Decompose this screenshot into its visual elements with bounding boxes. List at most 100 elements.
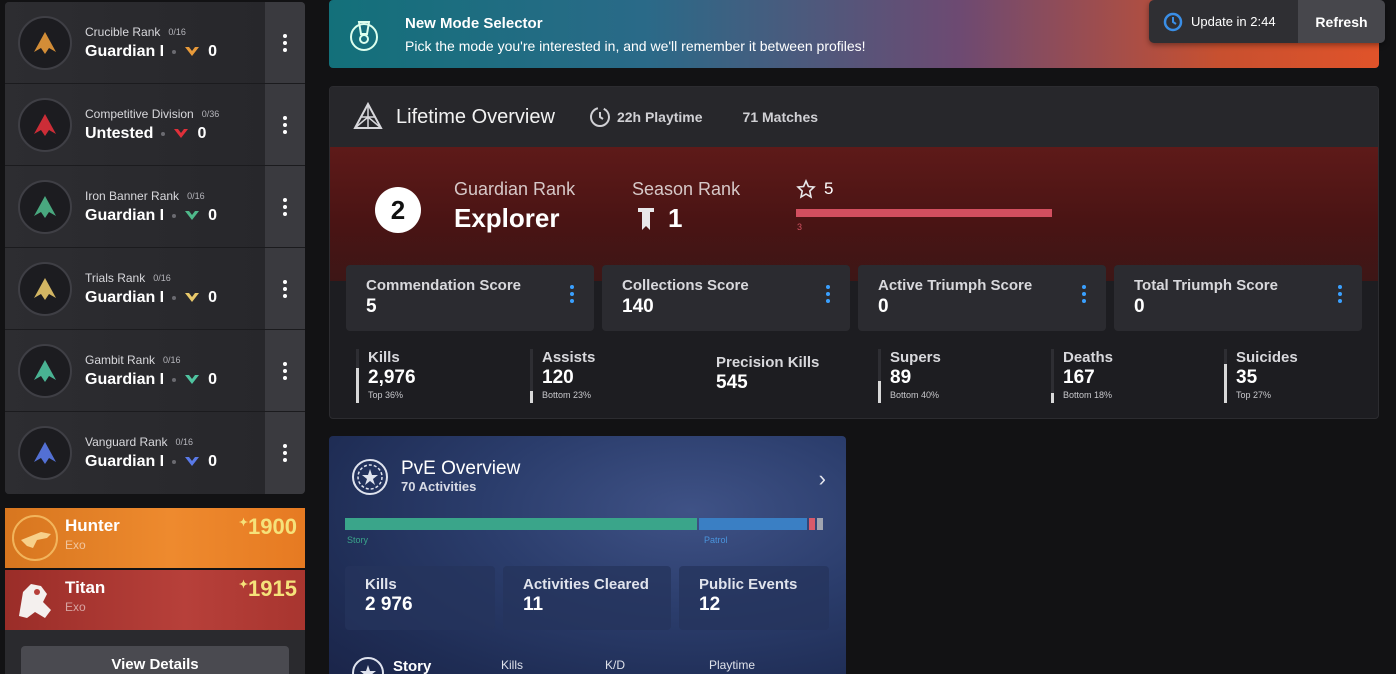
rank-name: Guardian I [85,42,165,60]
light-icon: ✦ [238,517,249,529]
rank-main[interactable]: Gambit Rank 0/16 Guardian I 0 [5,330,265,411]
rank-progress-count: 0/16 [153,272,171,283]
rank-sub-row: Untested 0 [85,125,219,143]
rank-title: Gambit Rank [85,352,156,367]
rank-title: Vanguard Rank [85,435,168,449]
hunter-emblem-icon [5,508,65,568]
rank-chevron-icon [185,374,200,384]
rank-options-button[interactable] [265,166,305,247]
rank-title: Competitive Division [85,106,194,121]
banner-text: Pick the mode you're interested in, and … [405,38,866,54]
separator-dot [172,460,177,464]
rank-emblem-icon [18,97,72,152]
separator-dot [161,131,166,136]
character-class: Hunter [65,516,120,535]
season-progress-label: 3 [797,222,803,232]
score-options-icon[interactable] [570,285,574,303]
col-playtime: Playtime [709,658,756,672]
pve-stat-value: 2 976 [365,594,413,615]
rank-name: Guardian I [85,206,165,224]
story-label: Story [393,658,432,674]
rank-row[interactable]: Crucible Rank 0/16 Guardian I 0 [5,2,305,84]
rank-sub-row: Guardian I 0 [85,207,217,225]
story-row[interactable]: Story Kills K/D Playtime [351,656,831,674]
clock-icon [589,107,610,127]
pve-stat-value: 12 [699,594,721,615]
score-options-icon[interactable] [1338,285,1342,303]
update-label: Update in 2:44 [1191,14,1276,29]
percentile-fill [1224,363,1227,403]
rank-points: 0 [208,288,218,306]
rank-name: Guardian I [85,288,165,306]
rank-options-button[interactable] [265,84,305,165]
score-card: Active Triumph Score 0 [858,265,1106,331]
chevron-right-icon[interactable]: › [819,466,826,492]
stat-percentile: Bottom 18% [1063,390,1113,400]
guardian-rank-badge: 2 [375,187,421,233]
activity-distribution-bar [345,518,829,530]
percentile-bar [878,349,881,403]
character-card-titan[interactable]: Titan Exo ✦1915 [5,570,305,630]
rank-title-row: Crucible Rank 0/16 [85,25,217,39]
rank-row[interactable]: Iron Banner Rank 0/16 Guardian I 0 [5,166,305,248]
rank-emblem-icon [18,179,72,234]
rank-text: Competitive Division 0/36 Untested 0 [85,107,219,143]
stat-label: Precision Kills [716,354,820,371]
season-rank-number: 1 [668,203,683,233]
pve-title: PvE Overview [401,458,521,479]
rank-title: Iron Banner Rank [85,188,180,203]
activity-segment [698,518,807,530]
rank-options-button[interactable] [265,248,305,329]
character-card-hunter[interactable]: Hunter Exo ✦1900 [5,508,305,568]
rank-main[interactable]: Crucible Rank 0/16 Guardian I 0 [5,2,265,83]
rank-main[interactable]: Vanguard Rank 0/16 Guardian I 0 [5,412,265,494]
playtime-meta: 22h Playtime [589,106,703,128]
rank-chevron-icon [185,46,200,56]
kebab-icon [283,361,287,380]
rank-chevron-icon [185,292,200,302]
lifetime-title: Lifetime Overview [396,105,555,128]
lifetime-stat: Assists 120 Bottom 23% [530,349,595,404]
rank-list: Crucible Rank 0/16 Guardian I 0 Competit… [5,2,305,494]
lifetime-header: Lifetime Overview 22h Playtime 71 Matche… [330,87,1378,147]
character-light: ✦1900 [238,514,297,539]
pve-stat-label: Activities Cleared [523,576,649,593]
star-icon [796,179,816,199]
score-options-icon[interactable] [826,285,830,303]
rank-options-button[interactable] [265,412,305,494]
pve-activity-count: 70 Activities [401,479,477,494]
refresh-button[interactable]: Refresh [1298,0,1385,43]
pve-stat-label: Kills [365,576,397,593]
pve-stat-card: Activities Cleared 11 [503,566,671,630]
score-value: 0 [1134,296,1145,317]
percentile-fill [1051,393,1054,403]
rank-row[interactable]: Gambit Rank 0/16 Guardian I 0 [5,330,305,412]
lifetime-stat: Supers 89 Bottom 40% [878,349,941,404]
separator-dot [172,295,177,300]
lifetime-stat: Precision Kills 545 [704,354,819,409]
stat-label: Kills [368,349,400,366]
rank-emblem-icon [18,426,72,480]
rank-progress-count: 0/36 [201,108,220,119]
rank-main[interactable]: Trials Rank 0/16 Guardian I 0 [5,248,265,329]
rank-row[interactable]: Competitive Division 0/36 Untested 0 [5,84,305,166]
stat-percentile: Bottom 23% [542,390,592,400]
kebab-icon [283,197,287,216]
rank-row[interactable]: Vanguard Rank 0/16 Guardian I 0 [5,412,305,494]
activity-segment [808,518,815,530]
rank-row[interactable]: Trials Rank 0/16 Guardian I 0 [5,248,305,330]
pve-overview-panel[interactable]: PvE Overview 70 Activities › Story Patro… [329,436,846,674]
rank-text: Crucible Rank 0/16 Guardian I 0 [85,25,217,61]
rank-options-button[interactable] [265,2,305,83]
separator-dot [172,377,177,382]
stat-percentile: Top 27% [1236,390,1272,400]
rank-options-button[interactable] [265,330,305,411]
score-options-icon[interactable] [1082,285,1086,303]
percentile-fill [356,368,359,403]
rank-main[interactable]: Iron Banner Rank 0/16 Guardian I 0 [5,166,265,247]
rank-main[interactable]: Competitive Division 0/36 Untested 0 [5,84,265,165]
score-value: 140 [622,296,654,317]
lifetime-stat: Deaths 167 Bottom 18% [1051,349,1113,404]
stat-label: Supers [890,349,941,366]
view-details-button[interactable]: View Details [21,646,289,674]
